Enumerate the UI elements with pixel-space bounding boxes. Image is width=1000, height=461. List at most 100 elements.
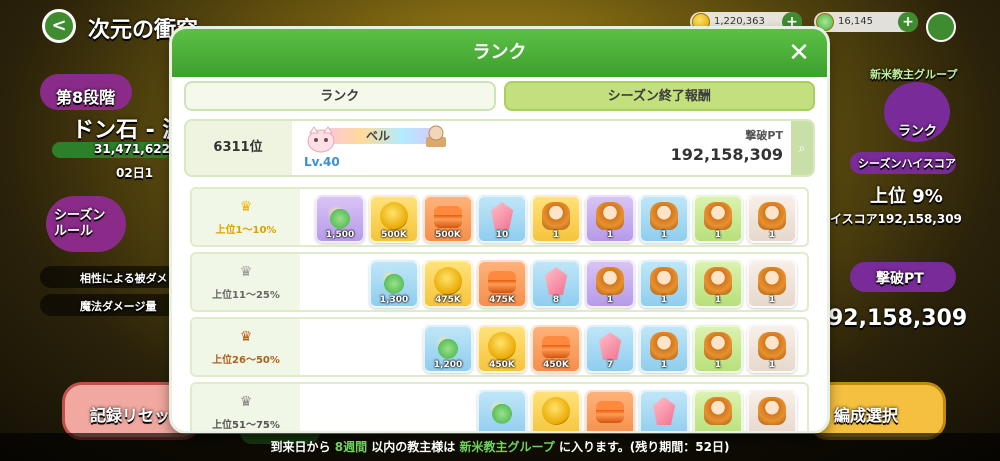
reward-item[interactable]: 1: [747, 260, 797, 308]
timer: 02日1: [116, 166, 154, 180]
reward-quantity: 1: [768, 295, 776, 305]
reward-quantity: 7: [606, 360, 614, 370]
modal-header: ランク ✕: [172, 29, 827, 77]
reward-quantity: 450K: [489, 360, 515, 370]
kill-pt-value: 192,158,309: [670, 145, 783, 164]
reward-quantity: 475K: [489, 295, 515, 305]
boss-name: ドン石 - 減: [72, 118, 185, 143]
character-card-icon: [542, 202, 570, 230]
tier-label: ♛ 上位51～75%: [192, 384, 300, 431]
reward-quantity: 1: [714, 360, 722, 370]
tab-bar: ランク シーズン終了報酬: [184, 81, 815, 111]
season-high-label: シーズンハイスコア: [858, 157, 956, 170]
reward-item[interactable]: 475K: [477, 260, 527, 308]
character-card-icon: [704, 397, 732, 425]
reward-quantity: 500K: [435, 230, 461, 240]
reward-quantity: 1: [768, 230, 776, 240]
record-reset-label: 記録リセッ: [90, 406, 171, 425]
reward-item[interactable]: [477, 390, 527, 431]
crystal-icon: [544, 267, 568, 295]
cake-icon: [596, 401, 624, 423]
my-rank-row: 6311位 ベル Lv.40 撃破PT 192,158,309 ⌕: [184, 119, 815, 177]
reward-quantity: 450K: [543, 360, 569, 370]
tab-season-rewards[interactable]: シーズン終了報酬: [503, 81, 815, 111]
reward-item[interactable]: 475K: [423, 260, 473, 308]
reward-item[interactable]: [639, 390, 689, 431]
kill-pt-value: 92,158,309: [828, 306, 968, 331]
reward-items: 1 1 1 1 1 10 500K 500K 1,500: [315, 195, 797, 243]
player-level: Lv.40: [304, 155, 340, 169]
home-button[interactable]: [926, 12, 956, 42]
reward-quantity: 10: [495, 230, 509, 240]
my-profile-card[interactable]: ベル Lv.40 撃破PT 192,158,309: [292, 121, 791, 175]
reward-item[interactable]: 1,300: [369, 260, 419, 308]
character-card-icon: [758, 397, 786, 425]
character-card-icon: [596, 267, 624, 295]
reward-item[interactable]: 500K: [369, 195, 419, 243]
reward-item[interactable]: 450K: [531, 325, 581, 373]
reward-quantity: 1: [660, 230, 668, 240]
reward-tier-row: ♛ 上位1～10% 1 1 1 1 1 10 500K 500K 1,500: [190, 187, 809, 247]
reward-item[interactable]: 1: [693, 260, 743, 308]
kill-pt-label: 撃破PT: [745, 129, 783, 142]
reward-item[interactable]: 1: [639, 260, 689, 308]
crown-icon: ♛: [239, 394, 253, 410]
currency-leaf: 16,145 +: [814, 12, 918, 32]
reward-item[interactable]: 1: [693, 325, 743, 373]
close-button[interactable]: ✕: [785, 39, 813, 67]
back-button[interactable]: <: [42, 9, 76, 43]
reward-item[interactable]: 1: [747, 325, 797, 373]
gold-coin-icon: [488, 332, 516, 360]
reward-item[interactable]: 450K: [477, 325, 527, 373]
hp-value: 31,471,622/: [94, 142, 175, 156]
crown-icon: ♛: [239, 329, 253, 345]
rank-badge-label: ランク: [898, 124, 938, 139]
leaf-icon: [434, 332, 462, 360]
character-card-icon: [758, 332, 786, 360]
cake-icon: [542, 336, 570, 358]
character-card-icon: [650, 267, 678, 295]
reward-item[interactable]: 8: [531, 260, 581, 308]
reward-items: 1 1 1 1 8 475K 475K 1,300: [369, 260, 797, 308]
reward-item[interactable]: [531, 390, 581, 431]
reward-tier-list[interactable]: ♛ 上位1～10% 1 1 1 1 1 10 500K 500K 1,500 ♛ 上位11～25% 1 1 1…: [190, 187, 809, 431]
tab-rank[interactable]: ランク: [184, 81, 496, 111]
rank-modal: ランク ✕ ランク シーズン終了報酬 6311位 ベル Lv.40 撃破PT 1…: [172, 29, 827, 431]
reward-item[interactable]: 1: [693, 195, 743, 243]
reward-item[interactable]: 1: [585, 195, 635, 243]
reward-item[interactable]: 1: [531, 195, 581, 243]
search-icon: ⌕: [798, 141, 806, 155]
reward-item[interactable]: 1,500: [315, 195, 365, 243]
reward-item[interactable]: [585, 390, 635, 431]
buff-label-1: 相性による被ダメ: [80, 272, 168, 285]
reward-quantity: 1: [768, 360, 776, 370]
reward-item[interactable]: 1: [639, 195, 689, 243]
footer-notice: 到来日から 8週間 以内の教主様は 新米教主グループ に入ります。(残り期間：5…: [0, 433, 1000, 461]
character-card-icon: [704, 267, 732, 295]
reward-tier-row: ♛ 上位11～25% 1 1 1 1 8 475K 475K 1,300: [190, 252, 809, 312]
reward-item[interactable]: 10: [477, 195, 527, 243]
reward-item[interactable]: 500K: [423, 195, 473, 243]
tier-range: 上位26～50%: [212, 355, 280, 366]
search-button[interactable]: ⌕: [791, 121, 813, 175]
reward-item[interactable]: 1: [747, 195, 797, 243]
character-card-icon: [758, 202, 786, 230]
add-leaf-button[interactable]: +: [898, 12, 918, 32]
edit-team-label: 編成選択: [834, 406, 899, 425]
high-score: イスコア192,158,309: [830, 212, 962, 226]
reward-item[interactable]: 7: [585, 325, 635, 373]
tier-range: 上位11～25%: [212, 290, 280, 301]
avatar: [307, 126, 335, 153]
reward-item[interactable]: [693, 390, 743, 431]
reward-quantity: 500K: [381, 230, 407, 240]
reward-quantity: 1: [606, 230, 614, 240]
reward-tier-row: ♛ 上位51～75%: [190, 382, 809, 431]
stage-label: 第8段階: [56, 88, 116, 107]
reward-item[interactable]: [747, 390, 797, 431]
reward-item[interactable]: 1: [639, 325, 689, 373]
character-card-icon: [704, 332, 732, 360]
reward-quantity: 8: [552, 295, 560, 305]
reward-item[interactable]: 1,200: [423, 325, 473, 373]
decoration-icon: [426, 125, 446, 147]
reward-item[interactable]: 1: [585, 260, 635, 308]
